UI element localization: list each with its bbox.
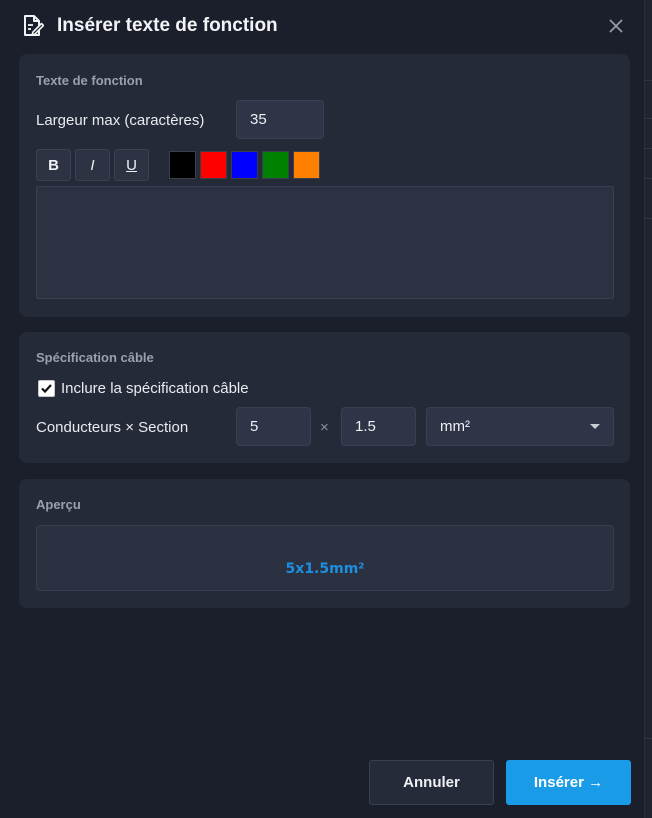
conductors-section-label: Conducteurs × Section [36,419,189,436]
color-swatch-red[interactable] [200,151,227,179]
include-cable-spec-checkbox[interactable] [38,380,55,397]
preview-text: 5x1.5mm² [285,561,365,577]
background-window-edge [645,0,652,818]
unit-select-value: mm² [440,418,470,435]
italic-button[interactable]: I [75,149,110,181]
max-width-input[interactable]: 35 [236,100,324,139]
chevron-down-icon [590,424,600,429]
underline-button[interactable]: U [114,149,149,181]
color-swatch-orange[interactable] [293,151,320,179]
max-width-label: Largeur max (caractères) [36,112,205,129]
color-swatch-green[interactable] [262,151,289,179]
conductors-input[interactable]: 5 [236,407,311,446]
insert-function-text-dialog: Insérer texte de fonction Texte de fonct… [0,0,645,818]
insert-button[interactable]: Insérer → [506,760,631,805]
section-title: Texte de fonction [36,73,143,88]
include-cable-spec-label: Inclure la spécification câble [61,380,249,397]
preview-box: 5x1.5mm² [36,525,614,591]
close-icon [609,19,623,33]
function-text-textarea[interactable] [36,186,614,299]
section-input[interactable]: 1.5 [341,407,416,446]
dialog-title: Insérer texte de fonction [57,15,278,36]
color-swatch-black[interactable] [169,151,196,179]
section-title: Spécification câble [36,350,154,365]
close-button[interactable] [605,15,627,37]
section-title: Aperçu [36,497,81,512]
cancel-button[interactable]: Annuler [369,760,494,805]
checkmark-icon [41,384,52,394]
dialog-header: Insérer texte de fonction [22,12,278,40]
unit-select[interactable]: mm² [426,407,614,446]
edit-document-icon [22,14,45,38]
times-symbol: × [320,419,329,436]
color-swatch-blue[interactable] [231,151,258,179]
bold-button[interactable]: B [36,149,71,181]
